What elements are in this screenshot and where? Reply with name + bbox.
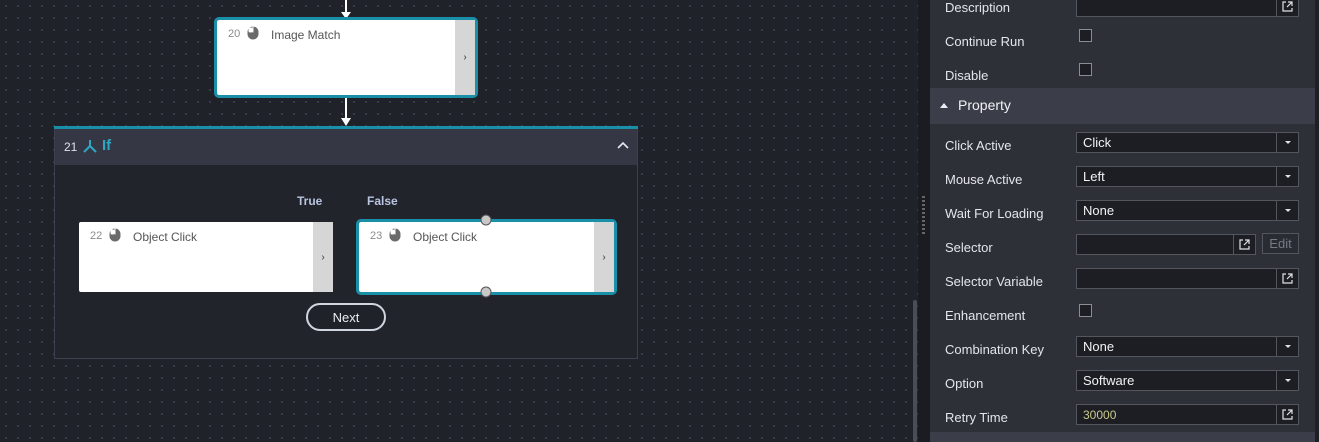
- flow-canvas[interactable]: 20 Image Match › 21 If True False 22 Obj…: [0, 0, 918, 442]
- app-window: 20 Image Match › 21 If True False 22 Obj…: [0, 0, 1319, 442]
- row-click-active: Click Active Click: [930, 128, 1315, 162]
- row-enhancement: Enhancement: [930, 298, 1315, 332]
- dropdown-value: Left: [1083, 169, 1105, 184]
- connection-port-bottom[interactable]: [480, 286, 492, 298]
- option-dropdown[interactable]: Software: [1076, 370, 1299, 391]
- canvas-scrollbar[interactable]: [913, 300, 917, 442]
- branch-false-label: False: [367, 194, 398, 208]
- connection-port-top[interactable]: [480, 214, 492, 226]
- property-section-header[interactable]: Property: [930, 88, 1315, 124]
- node-number: 23: [370, 230, 383, 242]
- row-retry-time: Retry Time 30000: [930, 400, 1315, 434]
- row-continue-run: Continue Run: [930, 24, 1315, 58]
- wait-for-loading-dropdown[interactable]: None: [1076, 200, 1299, 221]
- retry-time-field[interactable]: 30000: [1076, 404, 1299, 425]
- row-label: Retry Time: [945, 410, 1008, 425]
- open-external-icon[interactable]: [1276, 405, 1298, 424]
- open-external-icon[interactable]: [1233, 235, 1255, 254]
- section-title: Property: [958, 97, 1011, 113]
- selector-edit-button[interactable]: Edit: [1262, 233, 1299, 254]
- row-label: Description: [945, 0, 1011, 15]
- mouse-icon: [389, 228, 401, 242]
- selector-field[interactable]: [1076, 234, 1256, 255]
- dropdown-arrow-icon[interactable]: [1276, 201, 1298, 220]
- open-external-icon[interactable]: [1276, 269, 1298, 288]
- row-selector-variable: Selector Variable: [930, 264, 1315, 298]
- dropdown-arrow-icon[interactable]: [1276, 167, 1298, 186]
- row-wait-for-loading: Wait For Loading None: [930, 196, 1315, 230]
- if-title: If: [102, 137, 112, 154]
- click-active-dropdown[interactable]: Click: [1076, 132, 1299, 153]
- node-object-click-false[interactable]: 23 Object Click ›: [356, 219, 617, 295]
- row-label: Disable: [945, 68, 989, 83]
- if-header[interactable]: 21 If: [55, 129, 637, 165]
- open-external-icon[interactable]: [1276, 0, 1298, 16]
- row-label: Wait For Loading: [945, 206, 1044, 221]
- dropdown-arrow-icon[interactable]: [1276, 133, 1298, 152]
- mouse-active-dropdown[interactable]: Left: [1076, 166, 1299, 187]
- node-title: Object Click: [133, 230, 198, 244]
- splitter-grip[interactable]: [922, 196, 925, 236]
- field-value: 30000: [1083, 408, 1117, 422]
- next-section-header[interactable]: [930, 432, 1315, 442]
- row-label: Selector Variable: [945, 274, 1044, 289]
- node-expand-button[interactable]: ›: [455, 20, 475, 95]
- disable-checkbox[interactable]: [1079, 63, 1092, 76]
- node-object-click-true[interactable]: 22 Object Click ›: [79, 222, 333, 292]
- if-number: 21: [64, 140, 78, 154]
- branch-true-label: True: [297, 194, 323, 208]
- row-label: Selector: [945, 240, 993, 255]
- next-button[interactable]: Next: [306, 303, 386, 331]
- description-field[interactable]: [1076, 0, 1299, 17]
- dropdown-value: None: [1083, 203, 1115, 218]
- properties-panel: Description Continue Run Disable Propert…: [930, 0, 1315, 442]
- selector-variable-field[interactable]: [1076, 268, 1299, 289]
- row-option: Option Software: [930, 366, 1315, 400]
- node-title: Object Click: [413, 230, 478, 244]
- collapse-triangle-icon: [940, 103, 948, 108]
- row-disable: Disable: [930, 58, 1315, 92]
- row-label: Option: [945, 376, 984, 391]
- row-label: Combination Key: [945, 342, 1044, 357]
- panel-scrollbar[interactable]: [1315, 0, 1319, 442]
- node-expand-button[interactable]: ›: [594, 222, 614, 292]
- dropdown-value: Click: [1083, 135, 1112, 150]
- mouse-icon: [109, 228, 121, 242]
- enhancement-checkbox[interactable]: [1079, 304, 1092, 317]
- dropdown-value: Software: [1083, 373, 1135, 388]
- dropdown-value: None: [1083, 339, 1115, 354]
- row-description: Description: [930, 0, 1315, 24]
- row-mouse-active: Mouse Active Left: [930, 162, 1315, 196]
- chevron-up-icon[interactable]: [615, 137, 631, 153]
- row-label: Click Active: [945, 138, 1012, 153]
- combination-key-dropdown[interactable]: None: [1076, 336, 1299, 357]
- node-number: 22: [90, 230, 103, 242]
- node-number: 20: [228, 28, 241, 40]
- continue-run-checkbox[interactable]: [1079, 29, 1092, 42]
- row-selector: Selector: [930, 230, 1315, 264]
- row-combination-key: Combination Key None: [930, 332, 1315, 366]
- mouse-icon: [247, 26, 259, 40]
- dropdown-arrow-icon[interactable]: [1276, 337, 1298, 356]
- row-label: Enhancement: [945, 308, 1026, 323]
- dropdown-arrow-icon[interactable]: [1276, 371, 1298, 390]
- branch-icon: [83, 140, 97, 153]
- panel-splitter[interactable]: [918, 0, 930, 442]
- row-label: Mouse Active: [945, 172, 1023, 187]
- node-title: Image Match: [271, 28, 341, 42]
- row-label: Continue Run: [945, 34, 1025, 49]
- node-expand-button[interactable]: ›: [313, 222, 333, 292]
- node-image-match[interactable]: 20 Image Match ›: [214, 17, 478, 98]
